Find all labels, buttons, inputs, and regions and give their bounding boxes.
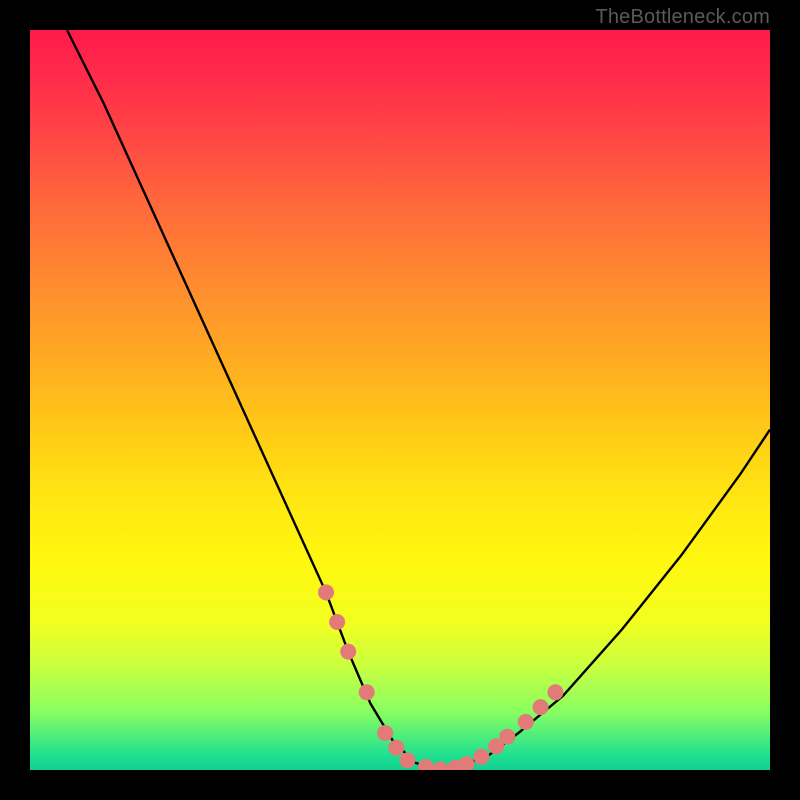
- highlight-dot: [547, 684, 563, 700]
- highlight-dot: [399, 752, 415, 768]
- highlight-dot: [459, 756, 475, 770]
- highlight-dot: [388, 740, 404, 756]
- chart-svg: [30, 30, 770, 770]
- highlight-dot: [377, 725, 393, 741]
- watermark-text: TheBottleneck.com: [595, 6, 770, 29]
- plot-area: [30, 30, 770, 770]
- highlight-dot: [329, 614, 345, 630]
- chart-container: TheBottleneck.com: [0, 0, 800, 800]
- highlight-dot: [318, 584, 334, 600]
- highlight-dot: [499, 729, 515, 745]
- highlight-dot: [473, 749, 489, 765]
- highlight-dot: [418, 759, 434, 770]
- highlight-dot: [359, 684, 375, 700]
- bottleneck-curve: [67, 30, 770, 770]
- highlight-dot: [533, 699, 549, 715]
- highlight-dot: [433, 761, 449, 770]
- highlight-dot: [340, 644, 356, 660]
- curve-group: [67, 30, 770, 770]
- highlight-dot: [518, 714, 534, 730]
- highlight-dots-group: [318, 584, 563, 770]
